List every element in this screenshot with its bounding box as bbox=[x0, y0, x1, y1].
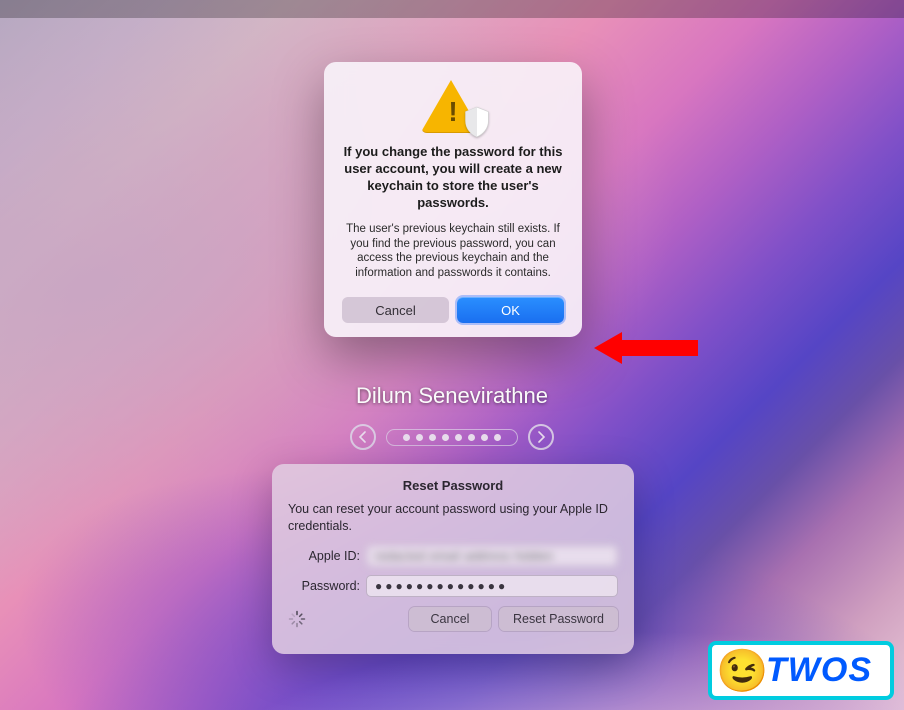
alert-primary-text: If you change the password for this user… bbox=[342, 144, 564, 212]
shield-badge-icon bbox=[463, 106, 491, 138]
reset-password-popover: Reset Password You can reset your accoun… bbox=[272, 464, 634, 654]
watermark-badge: 😉 TWOS bbox=[708, 641, 894, 700]
menubar-shadow bbox=[0, 0, 904, 18]
warning-icon: ! bbox=[421, 80, 485, 134]
apple-id-label: Apple ID: bbox=[288, 549, 366, 563]
arrow-right-icon bbox=[535, 431, 547, 443]
login-password-row bbox=[350, 424, 554, 450]
password-label: Password: bbox=[288, 579, 366, 593]
alert-secondary-text: The user's previous keychain still exist… bbox=[342, 222, 564, 282]
wink-emoji-icon: 😉 bbox=[716, 650, 768, 692]
reset-cancel-button[interactable]: Cancel bbox=[409, 607, 491, 631]
back-button[interactable] bbox=[350, 424, 376, 450]
arrow-left-icon bbox=[357, 431, 369, 443]
login-username: Dilum Senevirathne bbox=[356, 383, 548, 409]
ok-button[interactable]: OK bbox=[457, 297, 564, 323]
spinner-icon bbox=[288, 610, 306, 628]
reset-subtitle: You can reset your account password usin… bbox=[288, 501, 618, 535]
submit-button[interactable] bbox=[528, 424, 554, 450]
reset-title: Reset Password bbox=[288, 478, 618, 493]
password-input[interactable] bbox=[366, 575, 618, 597]
watermark-text: TWOS bbox=[766, 651, 872, 689]
reset-password-button[interactable]: Reset Password bbox=[499, 607, 618, 631]
password-field[interactable] bbox=[386, 429, 518, 446]
annotation-arrow-icon bbox=[594, 328, 704, 368]
cancel-button[interactable]: Cancel bbox=[342, 297, 449, 323]
keychain-alert-dialog: ! If you change the password for this us… bbox=[324, 62, 582, 337]
apple-id-input[interactable] bbox=[366, 545, 618, 567]
